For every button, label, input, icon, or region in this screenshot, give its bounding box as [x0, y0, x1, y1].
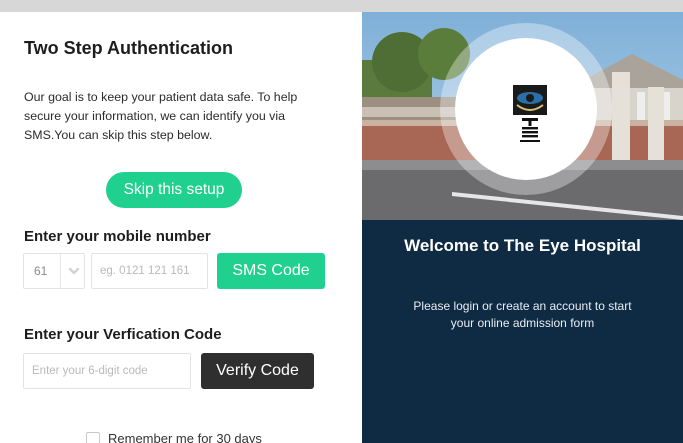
welcome-subtitle: Please login or create an account to sta… [413, 299, 632, 330]
welcome-title: Welcome to The Eye Hospital [404, 236, 641, 255]
mobile-number-input[interactable] [91, 253, 208, 289]
eye-hospital-logo-icon [513, 85, 547, 142]
skip-setup-button[interactable]: Skip this setup [106, 172, 242, 208]
welcome-panel: Welcome to The Eye Hospital Please login… [362, 12, 683, 443]
sms-code-button[interactable]: SMS Code [217, 253, 325, 289]
remember-me-checkbox[interactable] [86, 431, 100, 443]
verify-code-button[interactable]: Verify Code [201, 353, 314, 389]
auth-form-panel: Two Step Authentication Our goal is to k… [0, 12, 362, 443]
mobile-number-label: Enter your mobile number [24, 228, 211, 245]
hospital-photo [362, 12, 683, 220]
auth-window: Two Step Authentication Our goal is to k… [0, 0, 683, 443]
intro-text: Our goal is to keep your patient data sa… [24, 90, 298, 142]
page-title: Two Step Authentication [24, 38, 233, 58]
verification-code-input[interactable] [23, 353, 191, 389]
country-code-value: 61 [34, 264, 48, 278]
select-divider [60, 254, 61, 288]
chevron-down-icon [68, 267, 80, 275]
remember-me-row[interactable]: Remember me for 30 days [86, 431, 262, 443]
remember-me-label: Remember me for 30 days [108, 431, 262, 443]
country-code-select[interactable]: 61 [23, 253, 85, 289]
verification-code-label: Enter your Verfication Code [24, 326, 222, 343]
